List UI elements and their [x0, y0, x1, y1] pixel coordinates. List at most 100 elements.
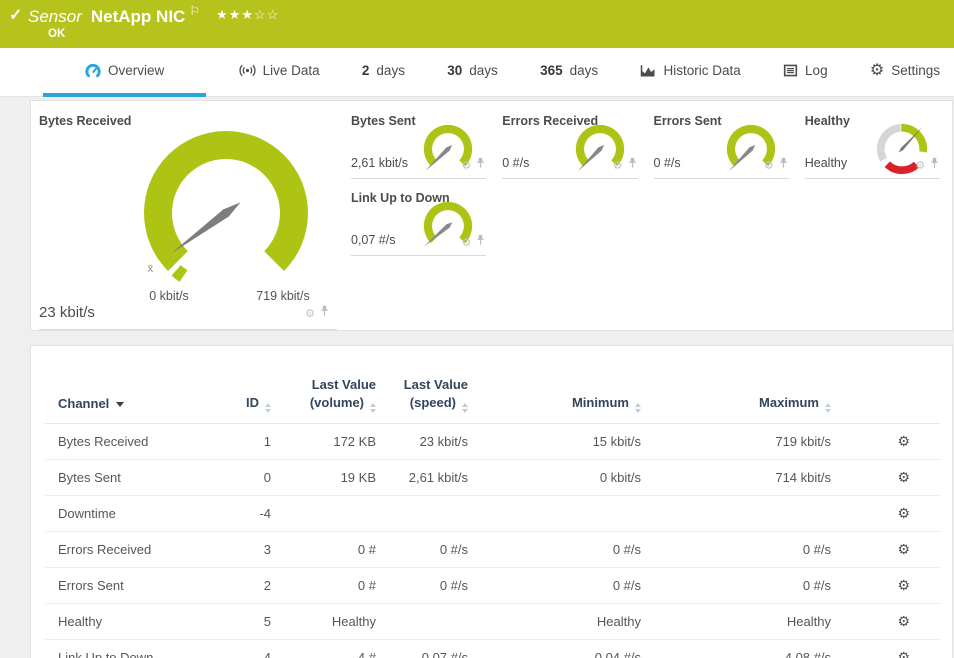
gauge-pin-icon[interactable]: [476, 234, 485, 249]
channel-settings-icon[interactable]: ⚙: [897, 469, 910, 485]
gauge-settings-icon[interactable]: ⚙: [461, 238, 471, 249]
channel-settings-icon[interactable]: ⚙: [897, 649, 910, 658]
sensor-title: SensorNetApp NIC⚐★★★☆☆: [28, 4, 279, 27]
table-row: Errors Sent 2 0 # 0 #/s 0 #/s 0 #/s ⚙: [45, 567, 940, 603]
column-header-minimum[interactable]: Minimum: [468, 376, 641, 423]
table-row: Bytes Sent 0 19 KB 2,61 kbit/s 0 kbit/s …: [45, 459, 940, 495]
cell-minimum: 15 kbit/s: [468, 423, 641, 459]
gear-icon: ⚙: [870, 63, 884, 79]
cell-last-value-volume: 4 #: [271, 639, 376, 658]
column-header-last-value-speed[interactable]: Last Value(speed): [376, 376, 468, 423]
channel-settings-icon[interactable]: ⚙: [897, 505, 910, 521]
cell-last-value-volume: Healthy: [271, 603, 376, 639]
tab-settings[interactable]: ⚙Settings: [860, 48, 950, 97]
cell-id: 5: [216, 603, 271, 639]
gauge-title: Errors Sent: [654, 114, 722, 128]
gauge-pin-icon[interactable]: [476, 157, 485, 172]
table-row: Link Up to Down 4 4 # 0,07 #/s 0,04 #/s …: [45, 639, 940, 658]
cell-id: 3: [216, 531, 271, 567]
cell-last-value-speed: 0 #/s: [376, 567, 468, 603]
gauge-settings-icon[interactable]: ⚙: [461, 161, 471, 172]
cell-channel[interactable]: Errors Received: [45, 531, 216, 567]
tab-number: 365: [540, 63, 563, 78]
gauge-icon: [85, 63, 101, 79]
tab-bar: Overview Live Data 2 days 30days 365days Histo…: [0, 48, 954, 97]
gauge-settings-icon[interactable]: ⚙: [764, 161, 774, 172]
tab-live-data[interactable]: Live Data: [229, 48, 330, 97]
cell-minimum: 0,04 #/s: [468, 639, 641, 658]
cell-last-value-volume: 172 KB: [271, 423, 376, 459]
cell-channel[interactable]: Errors Sent: [45, 567, 216, 603]
pin-icon: [779, 157, 788, 169]
column-header-id[interactable]: ID: [216, 376, 271, 423]
gauge-settings-icon[interactable]: ⚙: [613, 161, 623, 172]
cell-maximum: [641, 495, 831, 531]
cell-maximum: 0 #/s: [641, 567, 831, 603]
cell-last-value-speed: 0 #/s: [376, 531, 468, 567]
cell-channel[interactable]: Bytes Received: [45, 423, 216, 459]
gauge-value-tick: [172, 265, 188, 282]
cell-last-value-volume: [271, 495, 376, 531]
tab-label: days: [376, 63, 405, 78]
column-header-channel[interactable]: Channel: [45, 376, 216, 423]
channel-settings-icon[interactable]: ⚙: [897, 541, 910, 557]
divider: [654, 178, 789, 179]
tab-2-days[interactable]: 2 days: [352, 48, 415, 97]
tab-number: 2: [362, 63, 370, 78]
cell-channel[interactable]: Healthy: [45, 603, 216, 639]
tab-365-days[interactable]: 365days: [530, 48, 608, 97]
cell-last-value-volume: 0 #: [271, 567, 376, 603]
channel-settings-icon[interactable]: ⚙: [897, 613, 910, 629]
cell-channel[interactable]: Link Up to Down: [45, 639, 216, 658]
gauge-title: Healthy: [805, 114, 850, 128]
gauge-pin-icon[interactable]: [628, 157, 637, 172]
tab-historic-data[interactable]: Historic Data: [630, 48, 750, 97]
cell-channel[interactable]: Bytes Sent: [45, 459, 216, 495]
gauge-pin-icon[interactable]: [779, 157, 788, 172]
divider: [351, 255, 486, 256]
priority-stars[interactable]: ★★★☆☆: [216, 7, 279, 22]
tab-log[interactable]: Log: [773, 48, 838, 97]
header-label: Maximum: [759, 395, 819, 410]
tab-overview[interactable]: Overview: [43, 48, 206, 97]
cell-id: -4: [216, 495, 271, 531]
log-icon: [783, 63, 798, 78]
pin-icon: [628, 157, 637, 169]
gauge-value: 0 #/s: [654, 156, 681, 170]
header-label: Last Value: [404, 377, 468, 392]
gauge-pin-icon[interactable]: [930, 157, 939, 172]
cell-last-value-volume: 0 #: [271, 531, 376, 567]
tab-30-days[interactable]: 30days: [437, 48, 508, 97]
main-gauge-cell: Bytes Received x̄ 0 kbit/s 719 kbit/s 23…: [31, 101, 347, 330]
pin-icon: [320, 305, 329, 317]
gauge-pin-icon[interactable]: [320, 305, 329, 320]
sort-toggle-icon: [462, 403, 468, 413]
column-header-last-value-volume[interactable]: Last Value(volume): [271, 376, 376, 423]
sensor-status-badge: OK: [48, 28, 65, 40]
pin-icon: [476, 157, 485, 169]
tab-label: Live Data: [263, 63, 320, 78]
header-label: (volume): [310, 395, 364, 410]
main-gauge-value: 23 kbit/s: [39, 304, 95, 321]
cell-channel[interactable]: Downtime: [45, 495, 216, 531]
page-content: Bytes Received x̄ 0 kbit/s 719 kbit/s 23…: [0, 97, 954, 658]
channel-settings-icon[interactable]: ⚙: [897, 433, 910, 449]
tab-label: Overview: [108, 63, 164, 78]
cell-minimum: [468, 495, 641, 531]
pin-icon: [476, 234, 485, 246]
flag-icon[interactable]: ⚐: [189, 4, 200, 18]
cell-id: 0: [216, 459, 271, 495]
column-header-maximum[interactable]: Maximum: [641, 376, 831, 423]
gauge-settings-icon[interactable]: ⚙: [915, 161, 925, 172]
gauges-panel: Bytes Received x̄ 0 kbit/s 719 kbit/s 23…: [30, 100, 953, 331]
cell-maximum: 714 kbit/s: [641, 459, 831, 495]
gauge-value: Healthy: [805, 156, 847, 170]
cell-last-value-speed: [376, 603, 468, 639]
gauge-settings-icon[interactable]: ⚙: [305, 309, 315, 320]
channel-settings-icon[interactable]: ⚙: [897, 577, 910, 593]
gauge-cell-bytes-sent: Bytes Sent 2,61 kbit/s ⚙: [347, 102, 498, 179]
gauge-cell-errors-sent: Errors Sent 0 #/s ⚙: [650, 102, 801, 179]
gauge-cell-errors-received: Errors Received 0 #/s ⚙: [498, 102, 649, 179]
cell-maximum: 4,08 #/s: [641, 639, 831, 658]
divider: [805, 178, 940, 179]
